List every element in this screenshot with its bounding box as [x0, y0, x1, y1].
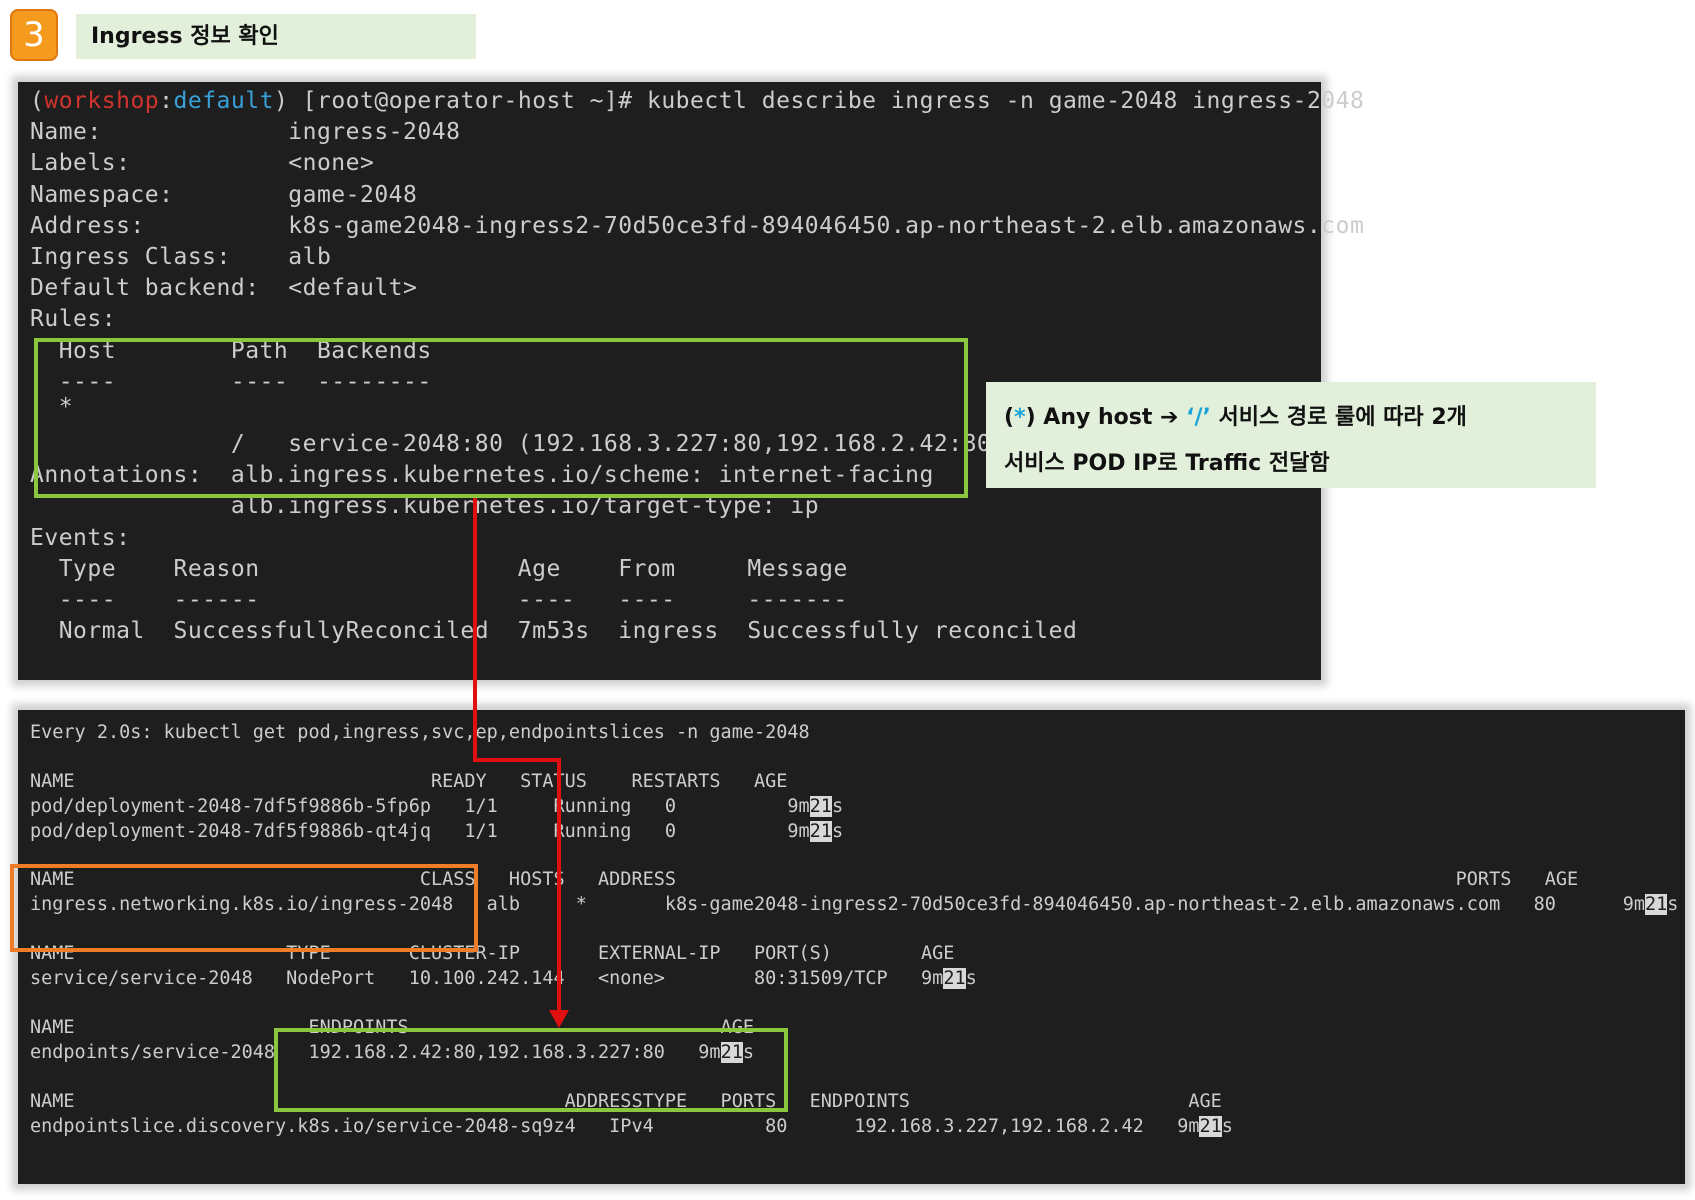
endpoints-highlight-box	[274, 1028, 788, 1112]
callout-line-1: (*) Any host ➔ ‘/’ 서비스 경로 룰에 따라 2개	[1004, 405, 1467, 430]
output-line: Namespace: game-2048	[30, 182, 418, 208]
step-title: Ingress 정보 확인	[76, 14, 476, 59]
output-line: Rules:	[30, 306, 117, 332]
output-line: Labels: <none>	[30, 150, 375, 176]
output-line: Address: k8s-game2048-ingress2-70d50ce3f…	[30, 213, 1365, 239]
output-line: Default backend: <default>	[30, 275, 418, 301]
prompt-namespace: default	[173, 88, 274, 114]
events-row: Normal SuccessfullyReconciled 7m53s ingr…	[30, 618, 1078, 644]
output-line: Ingress Class: alb	[30, 244, 332, 270]
callout-line-2: 서비스 POD IP로 Traffic 전달함	[1004, 451, 1330, 476]
rules-highlight-box	[34, 338, 968, 498]
pod-row: pod/deployment-2048-7df5f9886b-5fp6p 1/1…	[30, 796, 844, 817]
arrow-head-icon	[549, 1010, 569, 1028]
pod-row: pod/deployment-2048-7df5f9886b-qt4jq 1/1…	[30, 821, 844, 842]
arrow-segment-horizontal	[473, 758, 561, 762]
callout-note: (*) Any host ➔ ‘/’ 서비스 경로 룰에 따라 2개 서비스 P…	[986, 382, 1596, 488]
step-number-badge: 3	[10, 9, 58, 61]
command-text: [root@operator-host ~]# kubectl describe…	[288, 88, 1365, 114]
arrow-segment-vertical-2	[557, 758, 561, 1014]
service-row: service/service-2048 NodePort 10.100.242…	[30, 968, 977, 989]
events-header: Type Reason Age From Message	[30, 556, 848, 582]
output-line: Name: ingress-2048	[30, 119, 461, 145]
pods-header: NAME READY STATUS RESTARTS AGE	[30, 771, 788, 792]
prompt-workspace: workshop	[44, 88, 160, 114]
endpointslice-row: endpointslice.discovery.k8s.io/service-2…	[30, 1116, 1233, 1137]
prompt-line: (workshop:default) [root@operator-host ~…	[30, 88, 1365, 114]
watch-header: Every 2.0s: kubectl get pod,ingress,svc,…	[30, 722, 810, 743]
ingress-highlight-box	[10, 864, 478, 952]
events-separator: ---- ------ ---- ---- -------	[30, 587, 848, 613]
arrow-segment-vertical-1	[473, 498, 477, 762]
output-line: Events:	[30, 525, 131, 551]
